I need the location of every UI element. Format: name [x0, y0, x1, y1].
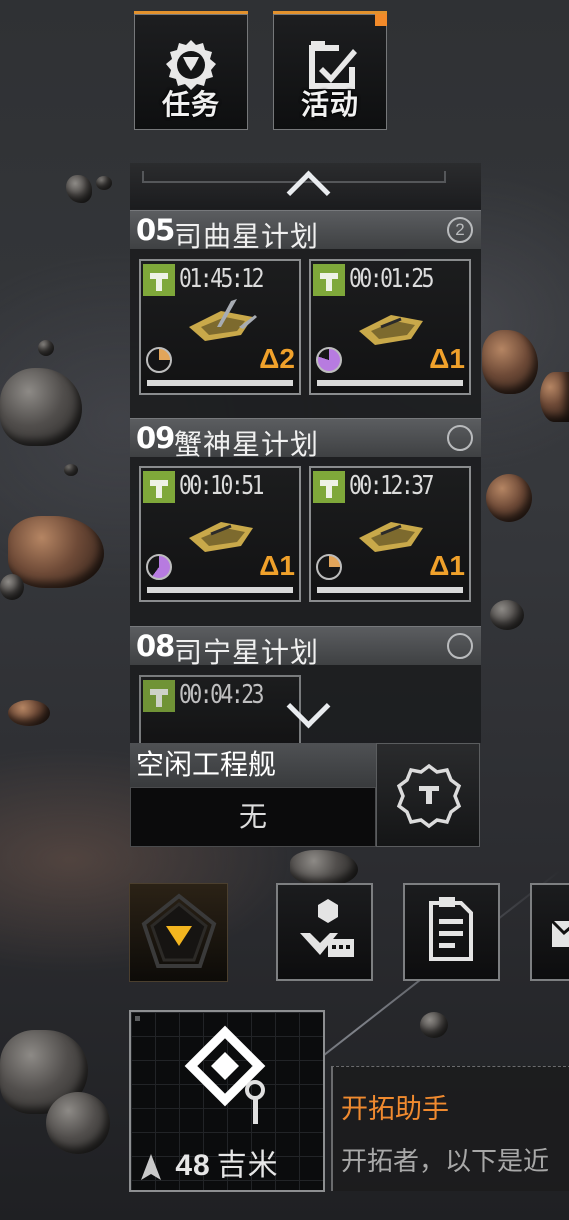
asteroid [540, 372, 569, 422]
engineer-badge-icon [143, 264, 175, 296]
progress-bar [147, 380, 293, 386]
events-button[interactable]: 活动 [273, 11, 387, 130]
project-name: 蟹神星计划 [174, 429, 320, 460]
asteroid [66, 175, 92, 203]
ship-card[interactable]: 00:04:23 [139, 675, 301, 743]
engineering-ship-icon [189, 522, 253, 552]
asteroid [420, 1012, 448, 1038]
build-icon [300, 899, 354, 957]
progress-pie-icon [146, 554, 172, 580]
engineer-badge-icon [143, 471, 175, 503]
missions-button[interactable]: 任务 [134, 11, 248, 130]
project-header[interactable]: 08 司宁星计划 [130, 626, 481, 668]
distance-readout: 48 吉米 [131, 1140, 323, 1184]
asteroid [482, 330, 538, 394]
assistant-message: 开拓者，以下是近 [341, 1146, 550, 1176]
project-status-circle [447, 425, 473, 451]
ship-timer: 01:45:12 [179, 264, 264, 294]
project-header[interactable]: 05 司曲星计划 2 [130, 210, 481, 252]
ship-timer: 00:12:37 [349, 471, 434, 501]
scroll-track [142, 171, 446, 183]
build-button[interactable] [276, 883, 373, 981]
ship-timer: 00:10:51 [179, 471, 264, 501]
ship-timer: 00:04:23 [179, 680, 264, 710]
engineer-badge-icon [143, 680, 175, 712]
waypoint-icon [135, 1016, 266, 1124]
project-number: 05 [136, 213, 175, 247]
project-name: 司宁星计划 [174, 637, 320, 668]
project-number: 09 [136, 421, 175, 455]
ship-level: Δ2 [259, 343, 295, 374]
asteroid [486, 474, 532, 522]
progress-bar [147, 587, 293, 593]
document-icon [429, 897, 473, 961]
minimap[interactable]: 48 吉米 [129, 1010, 325, 1192]
project-name: 司曲星计划 [174, 221, 320, 252]
project-status-circle [447, 633, 473, 659]
asteroid [64, 464, 78, 476]
engineer-badge-icon [313, 264, 345, 296]
idle-ships-button[interactable] [376, 743, 480, 847]
idle-ships-label: 空闲工程舰 [130, 743, 376, 787]
notification-dot [375, 14, 387, 26]
ship-card[interactable]: 00:01:25 Δ1 [309, 259, 471, 395]
accent-bar [273, 11, 387, 14]
assistant-title: 开拓助手 [341, 1094, 449, 1124]
asteroid [490, 600, 524, 630]
asteroid [290, 850, 358, 886]
log-button[interactable] [403, 883, 500, 981]
project-count-badge: 2 [447, 217, 473, 243]
asteroid [8, 516, 104, 588]
mail-icon [550, 919, 569, 947]
triangle-down-icon [141, 893, 217, 968]
collapse-menu-button[interactable] [129, 883, 228, 982]
engineer-badge-icon [313, 471, 345, 503]
accent-bar [134, 11, 248, 14]
engineer-gear-icon [396, 763, 462, 829]
ship-level: Δ1 [429, 343, 465, 374]
ship-level: Δ1 [429, 550, 465, 581]
engineering-ship-icon [189, 299, 257, 341]
asteroid [38, 340, 54, 356]
progress-bar [317, 380, 463, 386]
engineering-ship-icon [359, 315, 423, 345]
distance-unit: 吉米 [216, 1149, 279, 1182]
project-list-panel[interactable]: 05 司曲星计划 2 01:45:12 Δ2 00:01:25 Δ1 09 蟹神… [130, 163, 481, 743]
mail-button[interactable] [530, 883, 569, 981]
events-label: 活动 [300, 89, 359, 120]
idle-ships-value: 无 [130, 787, 376, 847]
asteroid [46, 1092, 110, 1154]
progress-pie-icon [316, 554, 342, 580]
progress-pie-icon [316, 347, 342, 373]
engineering-ship-icon [359, 522, 423, 552]
asteroid [96, 176, 112, 190]
distance-value: 48 [175, 1149, 211, 1182]
ship-card[interactable]: 00:12:37 Δ1 [309, 466, 471, 602]
ship-card[interactable]: 00:10:51 Δ1 [139, 466, 301, 602]
project-number: 08 [136, 629, 175, 663]
ship-timer: 00:01:25 [349, 264, 434, 294]
ship-level: Δ1 [259, 550, 295, 581]
assistant-message-panel[interactable]: 开拓助手 开拓者，以下是近 [331, 1066, 569, 1191]
ship-card[interactable]: 01:45:12 Δ2 [139, 259, 301, 395]
progress-pie-icon [146, 347, 172, 373]
progress-bar [317, 587, 463, 593]
missions-label: 任务 [161, 89, 220, 120]
asteroid [0, 574, 24, 600]
asteroid [8, 700, 50, 726]
project-header[interactable]: 09 蟹神星计划 [130, 418, 481, 460]
asteroid [0, 368, 82, 446]
